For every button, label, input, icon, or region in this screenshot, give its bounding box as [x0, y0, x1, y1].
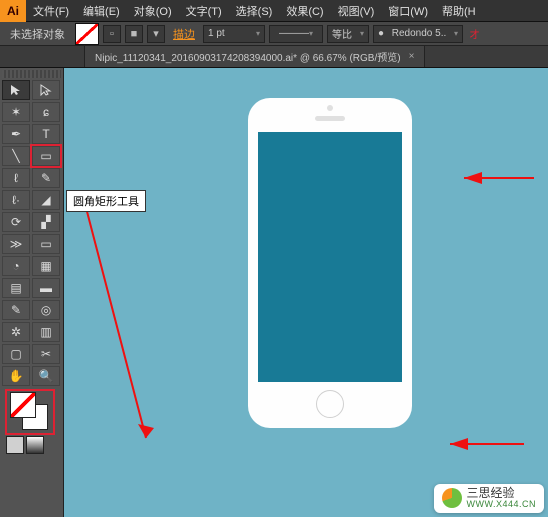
- fill-swatch[interactable]: [75, 23, 99, 45]
- tool-artboard[interactable]: ▢: [2, 344, 30, 364]
- scale-dropdown[interactable]: 等比 ▾: [327, 25, 369, 43]
- menu-window[interactable]: 窗口(W): [381, 3, 435, 19]
- tools-panel: ✶ ɕ ✒ T ╲ ▭ ℓ ✎ ℓ· ◢ ⟳ ▞ ≫ ▭ ◔ ▦ ▤ ▬ ✎ ◎…: [0, 68, 64, 517]
- chevron-down-icon: ▾: [256, 29, 260, 38]
- tool-lasso[interactable]: ɕ: [32, 102, 60, 122]
- canvas[interactable]: [64, 68, 548, 517]
- tool-rotate[interactable]: ⟳: [2, 212, 30, 232]
- stroke-weight-dropdown[interactable]: 1 pt ▾: [203, 25, 265, 43]
- stroke-dash-line-icon: ———: [279, 28, 309, 39]
- stroke-label[interactable]: 描边: [169, 26, 199, 42]
- chevron-down-icon: ▾: [360, 29, 364, 38]
- tool-slice[interactable]: ✂: [32, 344, 60, 364]
- tool-scale[interactable]: ▞: [32, 212, 60, 232]
- tool-magic-wand[interactable]: ✶: [2, 102, 30, 122]
- document-title: Nipic_11120341_20160903174208394000.ai* …: [95, 49, 401, 64]
- tool-free-transform[interactable]: ▭: [32, 234, 60, 254]
- tool-zoom[interactable]: 🔍: [32, 366, 60, 386]
- stroke-color-icon[interactable]: ■: [125, 25, 143, 43]
- tool-blend[interactable]: ◎: [32, 300, 60, 320]
- stroke-profile-dropdown[interactable]: ● Redondo 5.. ▾: [373, 25, 463, 43]
- tool-perspective[interactable]: ▦: [32, 256, 60, 276]
- color-mode-button[interactable]: [6, 436, 24, 454]
- menu-effect[interactable]: 效果(C): [279, 3, 330, 19]
- menu-object[interactable]: 对象(O): [127, 3, 179, 19]
- watermark-logo-icon: [442, 488, 462, 508]
- tool-selection[interactable]: [2, 80, 30, 100]
- close-icon[interactable]: ×: [409, 51, 415, 62]
- fill-none-icon[interactable]: ▫: [103, 25, 121, 43]
- menu-help[interactable]: 帮助(H: [435, 3, 483, 19]
- tool-width[interactable]: ≫: [2, 234, 30, 254]
- menu-bar: Ai 文件(F) 编辑(E) 对象(O) 文字(T) 选择(S) 效果(C) 视…: [0, 0, 548, 22]
- tool-eyedropper[interactable]: ✎: [2, 300, 30, 320]
- truncated-control: オ: [467, 26, 480, 42]
- dot-icon: ●: [378, 28, 384, 39]
- tool-rounded-rectangle[interactable]: ▭: [32, 146, 60, 166]
- tool-type[interactable]: T: [32, 124, 60, 144]
- watermark-url: WWW.X444.CN: [466, 500, 536, 510]
- stroke-weight-value: 1 pt: [208, 28, 225, 39]
- menu-edit[interactable]: 编辑(E): [76, 3, 127, 19]
- stroke-dropdown-icon[interactable]: ▾: [147, 25, 165, 43]
- watermark: 三思经验 WWW.X444.CN: [434, 484, 544, 513]
- chevron-down-icon: ▾: [454, 29, 458, 38]
- document-tab-bar: Nipic_11120341_20160903174208394000.ai* …: [0, 46, 548, 68]
- tool-mesh[interactable]: ▤: [2, 278, 30, 298]
- control-bar: 未选择对象 ▫ ■ ▾ 描边 1 pt ▾ ——— ▾ 等比 ▾ ● Redon…: [0, 22, 548, 46]
- menu-select[interactable]: 选择(S): [229, 3, 280, 19]
- tool-direct-selection[interactable]: [32, 80, 60, 100]
- menu-view[interactable]: 视图(V): [331, 3, 382, 19]
- tool-pen[interactable]: ✒: [2, 124, 30, 144]
- tool-blob-brush[interactable]: ℓ·: [2, 190, 30, 210]
- tool-tooltip: 圆角矩形工具: [66, 190, 146, 212]
- menu-type[interactable]: 文字(T): [179, 3, 229, 19]
- scale-label: 等比: [332, 26, 352, 41]
- tool-line[interactable]: ╲: [2, 146, 30, 166]
- tool-gradient[interactable]: ▬: [32, 278, 60, 298]
- panel-grip[interactable]: [2, 70, 61, 78]
- stroke-dash-dropdown[interactable]: ——— ▾: [269, 25, 323, 43]
- annotation-arrow-1: [64, 68, 548, 517]
- chevron-down-icon: ▾: [309, 29, 313, 38]
- tool-shape-builder[interactable]: ◔: [2, 256, 30, 276]
- tool-paintbrush[interactable]: ℓ: [2, 168, 30, 188]
- selection-status: 未选择对象: [4, 26, 71, 42]
- document-tab[interactable]: Nipic_11120341_20160903174208394000.ai* …: [84, 45, 425, 67]
- app-icon: Ai: [0, 0, 26, 22]
- rounded-rectangle-icon: ▭: [40, 149, 51, 163]
- menu-file[interactable]: 文件(F): [26, 3, 76, 19]
- tool-symbol-sprayer[interactable]: ✲: [2, 322, 30, 342]
- tool-pencil[interactable]: ✎: [32, 168, 60, 188]
- fill-color-swatch[interactable]: [10, 392, 36, 418]
- gradient-mode-button[interactable]: [26, 436, 44, 454]
- profile-value: Redondo 5..: [392, 28, 447, 39]
- tool-column-graph[interactable]: ▥: [32, 322, 60, 342]
- tool-eraser[interactable]: ◢: [32, 190, 60, 210]
- tool-hand[interactable]: ✋: [2, 366, 30, 386]
- color-swatch-stack[interactable]: [8, 392, 52, 432]
